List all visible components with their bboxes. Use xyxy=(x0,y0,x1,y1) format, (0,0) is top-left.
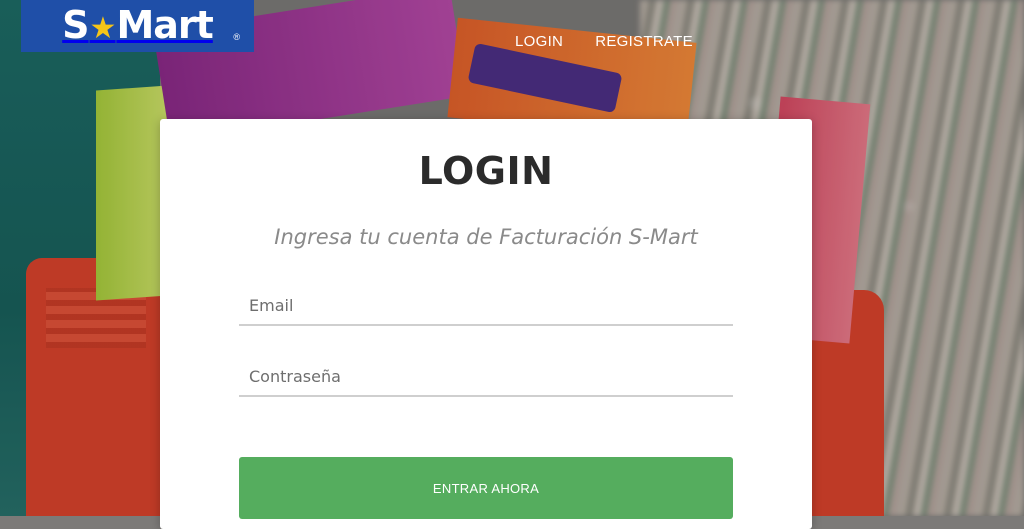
login-subtitle: Ingresa tu cuenta de Facturación S-Mart xyxy=(274,225,698,249)
login-submit-button[interactable]: ENTRAR AHORA xyxy=(239,457,733,519)
email-field[interactable] xyxy=(239,286,733,326)
registered-mark: ® xyxy=(233,32,240,42)
nav-login-link[interactable]: LOGIN xyxy=(515,33,563,50)
login-title: LOGIN xyxy=(418,149,554,193)
top-nav: LOGIN REGISTRATE xyxy=(515,33,693,50)
logo-wordmark: S★Mart xyxy=(62,3,214,47)
star-icon: ★ xyxy=(89,11,117,46)
smart-logo[interactable]: S★Mart ® xyxy=(21,0,254,52)
password-field[interactable] xyxy=(239,357,733,397)
login-card: LOGIN Ingresa tu cuenta de Facturación S… xyxy=(160,119,812,529)
nav-register-link[interactable]: REGISTRATE xyxy=(595,33,693,50)
